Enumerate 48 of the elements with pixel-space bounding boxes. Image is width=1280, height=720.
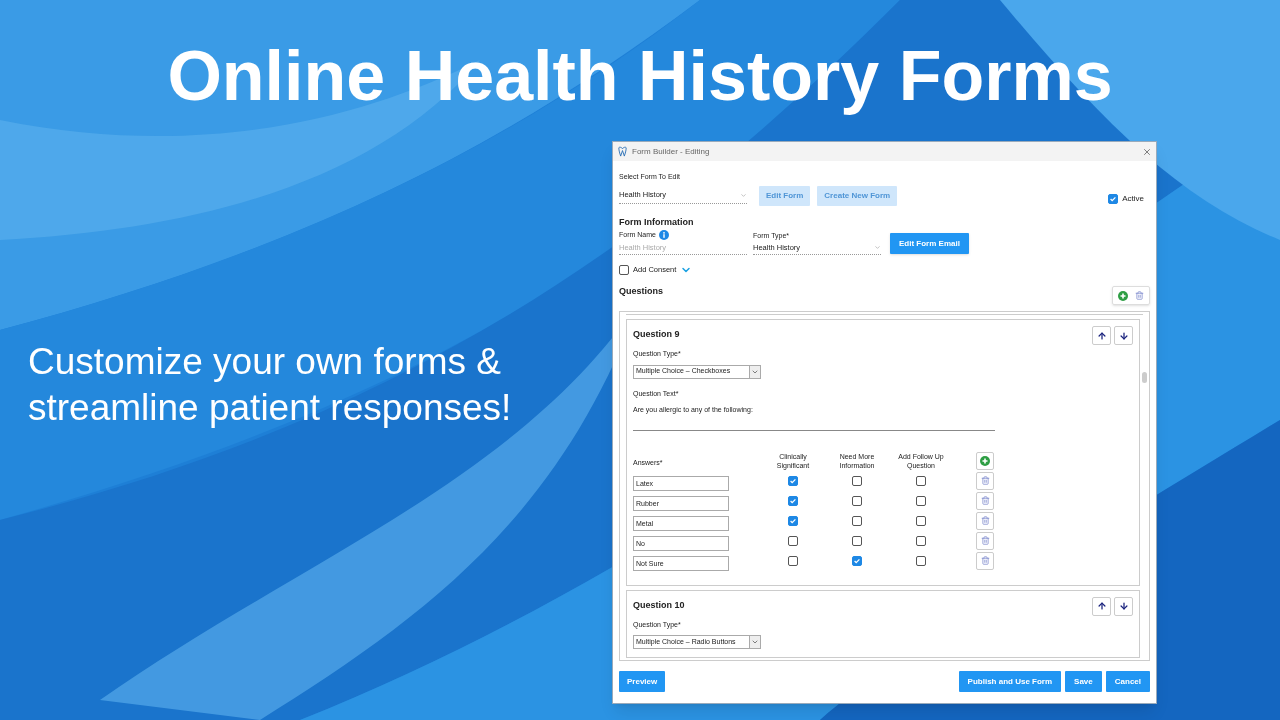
trash-icon bbox=[980, 536, 990, 545]
checkbox[interactable] bbox=[788, 515, 798, 526]
caret-icon bbox=[874, 244, 881, 251]
arrow-down-icon bbox=[1118, 601, 1129, 611]
trash-icon bbox=[980, 476, 990, 485]
move-up-button[interactable] bbox=[1092, 596, 1111, 616]
checkbox[interactable] bbox=[852, 495, 862, 506]
caret-icon bbox=[751, 638, 759, 646]
close-icon[interactable] bbox=[1142, 146, 1152, 157]
info-icon bbox=[658, 230, 669, 240]
question-title: Question 10 bbox=[633, 598, 685, 612]
trash-icon bbox=[980, 496, 990, 505]
checkbox[interactable] bbox=[619, 265, 629, 275]
checkbox-label: Active bbox=[1122, 192, 1144, 205]
checkbox[interactable] bbox=[852, 555, 862, 566]
add-icon bbox=[980, 455, 990, 466]
arrow-up-icon bbox=[1096, 601, 1107, 611]
scrollbar-thumb[interactable] bbox=[1142, 372, 1147, 383]
checkbox[interactable] bbox=[788, 495, 798, 506]
trash-icon bbox=[980, 556, 990, 565]
move-down-button[interactable] bbox=[1114, 326, 1133, 345]
arrow-down-icon bbox=[1118, 330, 1129, 341]
move-up-button[interactable] bbox=[1092, 326, 1111, 345]
checkbox[interactable] bbox=[916, 495, 926, 506]
window-title: Form Builder - Editing bbox=[632, 145, 710, 158]
add-icon bbox=[1118, 290, 1128, 301]
move-down-button[interactable] bbox=[1114, 596, 1133, 616]
checkbox[interactable] bbox=[916, 535, 926, 546]
checkbox[interactable] bbox=[852, 475, 862, 486]
checkbox[interactable] bbox=[788, 555, 798, 566]
checkbox[interactable] bbox=[916, 555, 926, 566]
checkbox[interactable] bbox=[852, 535, 862, 546]
add-answer-button[interactable] bbox=[976, 451, 994, 470]
arrow-up-icon bbox=[1096, 330, 1107, 341]
checkbox[interactable] bbox=[916, 515, 926, 526]
section-heading: Questions bbox=[619, 285, 663, 298]
checkbox[interactable] bbox=[788, 475, 798, 486]
section-heading: Form Information bbox=[619, 216, 695, 228]
logo-icon bbox=[617, 146, 628, 157]
caret-icon bbox=[740, 191, 747, 199]
checkbox[interactable] bbox=[852, 515, 862, 526]
headline: Online Health History Forms bbox=[167, 36, 1113, 117]
checkbox[interactable] bbox=[1108, 193, 1119, 204]
question-title: Question 9 bbox=[633, 328, 680, 341]
checkbox[interactable] bbox=[788, 535, 798, 546]
checkbox[interactable] bbox=[916, 475, 926, 486]
trash-icon bbox=[980, 516, 990, 525]
tagline: Customize your own forms & streamline patient responses! bbox=[28, 340, 513, 430]
